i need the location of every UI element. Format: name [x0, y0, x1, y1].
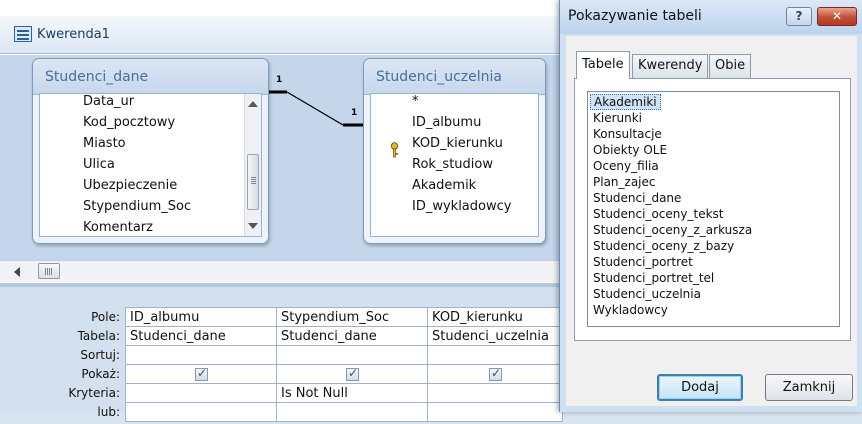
grid-cell-lub[interactable]	[276, 402, 428, 422]
scroll-up-arrow-icon[interactable]	[248, 101, 258, 107]
row-label-pokaz: Pokaż:	[81, 367, 120, 381]
grid-cell-tabela[interactable]: Studenci_uczelnia	[427, 326, 563, 346]
field-list-body: Data_ur Kod_pocztowy Miasto Ulica Ubezpi…	[39, 93, 262, 237]
field-item[interactable]: ID_wykladowcy	[412, 199, 511, 214]
field-list-scrollbar[interactable]	[244, 94, 261, 236]
list-item[interactable]: Studenci_oceny_tekst	[590, 206, 727, 222]
close-icon[interactable]: ✕	[817, 7, 857, 26]
field-item[interactable]: Miasto	[83, 136, 126, 151]
list-item[interactable]: Studenci_oceny_z_bazy	[590, 238, 737, 254]
row-label-sortuj: Sortuj:	[80, 348, 120, 362]
relationship-end-left: 1	[276, 75, 283, 85]
grid-row-kryteria: Is Not Null	[125, 383, 563, 403]
list-item-selected[interactable]: Akademiki	[590, 94, 661, 110]
field-item[interactable]: Akademik	[412, 178, 476, 193]
grid-cell-lub[interactable]	[427, 402, 563, 422]
grid-row-pole: ID_albumu Stypendium_Soc KOD_kierunku	[125, 307, 563, 327]
row-label-pole: Pole:	[91, 310, 120, 324]
grid-cell-tabela[interactable]: Studenci_dane	[276, 326, 428, 346]
field-list-studenci-dane[interactable]: Studenci_dane Data_ur Kod_pocztowy Miast…	[32, 58, 269, 244]
field-list-title[interactable]: Studenci_uczelnia	[364, 59, 545, 95]
grid-cell-lub[interactable]	[125, 402, 277, 422]
field-list-body: * ID_albumu KOD_kierunku Rok_studiow Aka…	[370, 93, 539, 237]
grid-cell-kryteria[interactable]	[125, 383, 277, 403]
dialog-titlebar[interactable]: Pokazywanie tabeli ? ✕	[560, 0, 862, 34]
add-button[interactable]: Dodaj	[657, 374, 743, 401]
list-item[interactable]: Plan_zajec	[590, 174, 659, 190]
grid-row-lub	[125, 402, 563, 422]
dialog-title: Pokazywanie tabeli	[568, 8, 702, 24]
grid-row-pokaz	[125, 364, 563, 384]
primary-key-icon	[390, 142, 399, 158]
grid-cell-pole[interactable]: KOD_kierunku	[427, 307, 563, 327]
grid-cell-pokaz	[125, 364, 277, 384]
grid-cell-pole[interactable]: ID_albumu	[125, 307, 277, 327]
grid-row-tabela: Studenci_dane Studenci_dane Studenci_ucz…	[125, 326, 563, 346]
grid-cell-kryteria[interactable]	[427, 383, 563, 403]
grid-row-sortuj	[125, 345, 563, 365]
tab-obie[interactable]: Obie	[709, 54, 752, 78]
list-item[interactable]: Studenci_uczelnia	[590, 286, 704, 302]
dialog-body: Tabele Kwerendy Obie Akademiki Kierunki …	[566, 36, 857, 406]
field-item[interactable]: Ubezpieczenie	[83, 178, 177, 193]
close-dialog-button[interactable]: Zamknij	[765, 374, 853, 401]
list-item[interactable]: Kierunki	[590, 110, 645, 126]
row-label-kryteria: Kryteria:	[68, 386, 120, 400]
scroll-thumb[interactable]	[247, 154, 259, 210]
list-item[interactable]: Studenci_portret_tel	[590, 270, 717, 286]
show-table-dialog: Pokazywanie tabeli ? ✕ Tabele Kwerendy O…	[559, 0, 862, 412]
grid-cell-kryteria[interactable]: Is Not Null	[276, 383, 428, 403]
grid-cell-pole[interactable]: Stypendium_Soc	[276, 307, 428, 327]
list-item[interactable]: Wykladowcy	[590, 302, 671, 318]
field-list-title[interactable]: Studenci_dane	[33, 59, 268, 95]
scroll-down-arrow-icon[interactable]	[248, 223, 258, 229]
grid-cell-pokaz	[427, 364, 563, 384]
grid-table: ID_albumu Stypendium_Soc KOD_kierunku St…	[125, 307, 563, 422]
show-checkbox[interactable]	[195, 366, 208, 381]
grid-cell-sortuj[interactable]	[427, 345, 563, 365]
show-checkbox[interactable]	[489, 366, 502, 381]
row-label-lub: lub:	[97, 405, 120, 419]
field-item[interactable]: Kod_pocztowy	[83, 115, 175, 130]
row-label-tabela: Tabela:	[77, 329, 120, 343]
field-item-all[interactable]: *	[412, 94, 419, 109]
show-checkbox[interactable]	[346, 366, 359, 381]
field-item[interactable]: Komentarz	[83, 220, 153, 235]
grid-cell-pokaz	[276, 364, 428, 384]
field-list-studenci-uczelnia[interactable]: Studenci_uczelnia * ID_albumu KOD_kierun…	[363, 58, 546, 244]
table-list[interactable]: Akademiki Kierunki Konsultacje Obiekty O…	[587, 91, 840, 327]
list-item[interactable]: Obiekty OLE	[590, 142, 670, 158]
grid-cell-tabela[interactable]: Studenci_dane	[125, 326, 277, 346]
field-item[interactable]: KOD_kierunku	[412, 136, 503, 151]
list-item[interactable]: Oceny_filia	[590, 158, 662, 174]
field-item[interactable]: Ulica	[83, 157, 115, 172]
tab-tabele[interactable]: Tabele	[576, 51, 630, 79]
list-item[interactable]: Konsultacje	[590, 126, 665, 142]
grid-cell-sortuj[interactable]	[125, 345, 277, 365]
help-button[interactable]: ?	[786, 7, 812, 26]
tab-kwerendy[interactable]: Kwerendy	[632, 54, 709, 78]
tab-panel: Akademiki Kierunki Konsultacje Obiekty O…	[574, 78, 851, 341]
scroll-thumb[interactable]	[38, 263, 60, 279]
field-item[interactable]: Rok_studiow	[412, 157, 493, 172]
list-item[interactable]: Studenci_portret	[590, 254, 696, 270]
grid-cell-sortuj[interactable]	[276, 345, 428, 365]
list-item[interactable]: Studenci_dane	[590, 190, 684, 206]
field-item-primary-key[interactable]: ID_albumu	[412, 115, 481, 130]
field-item[interactable]: Stypendium_Soc	[83, 199, 191, 214]
relationship-end-right: 1	[351, 108, 358, 118]
field-item[interactable]: Data_ur	[83, 94, 134, 109]
list-item[interactable]: Studenci_oceny_z_arkusza	[590, 222, 755, 238]
scroll-left-arrow-icon[interactable]	[14, 267, 20, 277]
